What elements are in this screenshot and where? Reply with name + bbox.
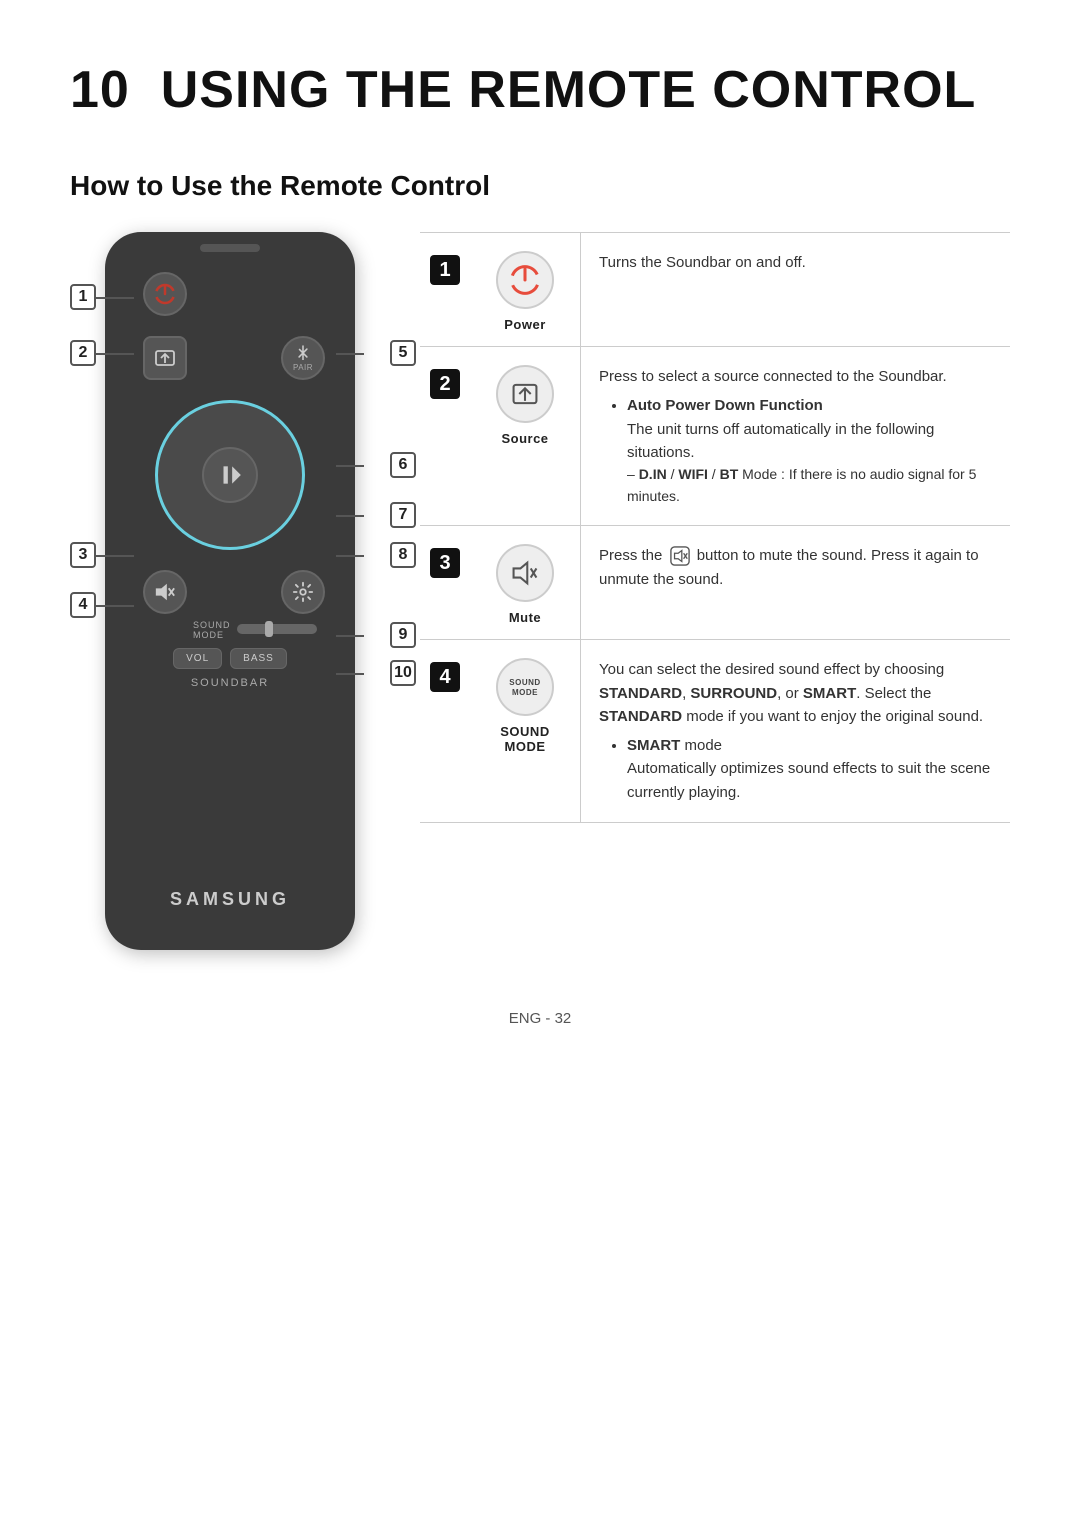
row1-icon-col: Power: [470, 233, 580, 346]
row3-desc-text: Press the: [599, 547, 667, 564]
sound-mode-slider: [237, 624, 317, 634]
callout-2: 2: [70, 340, 96, 366]
row3-icon-col: Mute: [470, 526, 580, 639]
callout-5-line: [336, 353, 364, 355]
callout-4-line: [96, 605, 134, 607]
mute-icon: [154, 581, 176, 603]
row2-icon-label: Source: [501, 431, 548, 446]
row1-desc: Turns the Soundbar on and off.: [580, 233, 1010, 346]
callout-9-line: [336, 635, 364, 637]
mute-button: [143, 570, 187, 614]
page-footer: ENG - 32: [70, 1010, 1010, 1027]
row3-icon-label: Mute: [509, 610, 541, 625]
footer-text: ENG - 32: [509, 1010, 572, 1027]
row2-source-icon: [509, 378, 541, 410]
row1-power-icon: [508, 263, 542, 297]
row3-desc: Press the button to mute the sound. Pres…: [580, 526, 1010, 639]
source-icon: [154, 347, 176, 369]
sound-mode-icon-text-1: SOUND: [509, 678, 540, 687]
row3-mute-inline-icon: [670, 546, 690, 566]
table-row-1: 1 Power Turns the Soundbar on and off.: [420, 233, 1010, 347]
jog-wheel: [155, 400, 305, 550]
row2-icon-col: Source: [470, 347, 580, 525]
callout-6: 6: [390, 452, 416, 478]
row2-dash-1: D.IN / WIFI / BT Mode : If there is no a…: [627, 464, 1000, 507]
table-row-2: 2 Source Press to select a source connec…: [420, 347, 1010, 526]
vol-bass-row: VOL BASS: [125, 648, 335, 669]
row4-icon-label: SOUND MODE: [478, 724, 572, 754]
callout-9: 9: [390, 622, 416, 648]
table-row-3: 3 Mute Press the: [420, 526, 1010, 640]
section-title: How to Use the Remote Control: [70, 170, 1010, 202]
callout-7-line: [336, 515, 364, 517]
row4-icon-col: SOUND MODE SOUND MODE: [470, 640, 580, 822]
mute-settings-row: [125, 570, 335, 614]
row2-desc-text: Press to select a source connected to th…: [599, 368, 947, 385]
play-pause-button: [202, 447, 258, 503]
callout-8-line: [336, 555, 364, 557]
callout-8: 8: [390, 542, 416, 568]
bluetooth-icon: [296, 344, 310, 362]
callout-4: 4: [70, 592, 96, 618]
play-pause-icon: [217, 462, 243, 488]
callout-3: 3: [70, 542, 96, 568]
sound-mode-slider-area: SOUNDMODE: [193, 620, 317, 640]
row4-sound-mode-icon: SOUND MODE: [496, 658, 554, 716]
row3-num: 3: [420, 526, 470, 639]
row4-bullet-list: SMART modeAutomatically optimizes sound …: [611, 734, 1000, 804]
row2-icon-circle: [496, 365, 554, 423]
callout-6-line: [336, 465, 364, 467]
callout-1: 1: [70, 284, 96, 310]
row4-num: 4: [420, 640, 470, 822]
callout-7: 7: [390, 502, 416, 528]
row4-desc-text: You can select the desired sound effect …: [599, 661, 983, 725]
row1-desc-text: Turns the Soundbar on and off.: [599, 254, 806, 271]
callout-5: 5: [390, 340, 416, 366]
row2-badge: 2: [430, 369, 460, 399]
row4-bullet-1: SMART modeAutomatically optimizes sound …: [627, 734, 1000, 804]
source-button: [143, 336, 187, 380]
callout-2-line: [96, 353, 134, 355]
brand-label: SAMSUNG: [170, 889, 290, 910]
row2-num: 2: [420, 347, 470, 525]
sound-mode-icon-text-2: MODE: [512, 688, 538, 697]
remote-body: PAIR: [105, 232, 355, 950]
row3-mute-icon: [509, 557, 541, 589]
settings-icon: [292, 581, 314, 603]
callout-1-line: [96, 297, 134, 299]
power-icon: [154, 283, 176, 305]
row1-icon-circle: [496, 251, 554, 309]
row3-badge: 3: [430, 548, 460, 578]
settings-button: [281, 570, 325, 614]
pair-label: PAIR: [293, 363, 313, 372]
bluetooth-button: PAIR: [281, 336, 325, 380]
row2-bullet-list: Auto Power Down FunctionThe unit turns o…: [611, 394, 1000, 464]
remote-diagram: PAIR: [70, 232, 390, 950]
row4-desc: You can select the desired sound effect …: [580, 640, 1010, 822]
vol-button: VOL: [173, 648, 222, 669]
table-row-4: 4 SOUND MODE SOUND MODE You can select t…: [420, 640, 1010, 823]
row2-desc: Press to select a source connected to th…: [580, 347, 1010, 525]
main-content: PAIR: [70, 232, 1010, 950]
row1-num: 1: [420, 233, 470, 346]
row3-inline-icon: [670, 546, 690, 566]
row1-badge: 1: [430, 255, 460, 285]
soundbar-label: SOUNDBAR: [191, 677, 269, 689]
power-button: [143, 272, 187, 316]
source-bt-row: PAIR: [125, 336, 335, 380]
bass-button: BASS: [230, 648, 287, 669]
row2-bullet-1: Auto Power Down FunctionThe unit turns o…: [627, 394, 1000, 464]
row1-icon-label: Power: [504, 317, 546, 332]
description-table: 1 Power Turns the Soundbar on and off. 2: [420, 232, 1010, 823]
power-row: [125, 272, 335, 316]
callout-10-line: [336, 673, 364, 675]
page-title: 10 USING THE REMOTE CONTROL: [70, 60, 1010, 120]
callout-3-line: [96, 555, 134, 557]
sound-mode-text: SOUNDMODE: [193, 620, 231, 640]
sound-mode-row: SOUNDMODE: [125, 620, 335, 640]
callout-10: 10: [390, 660, 416, 686]
row3-icon-circle: [496, 544, 554, 602]
row4-badge: 4: [430, 662, 460, 692]
